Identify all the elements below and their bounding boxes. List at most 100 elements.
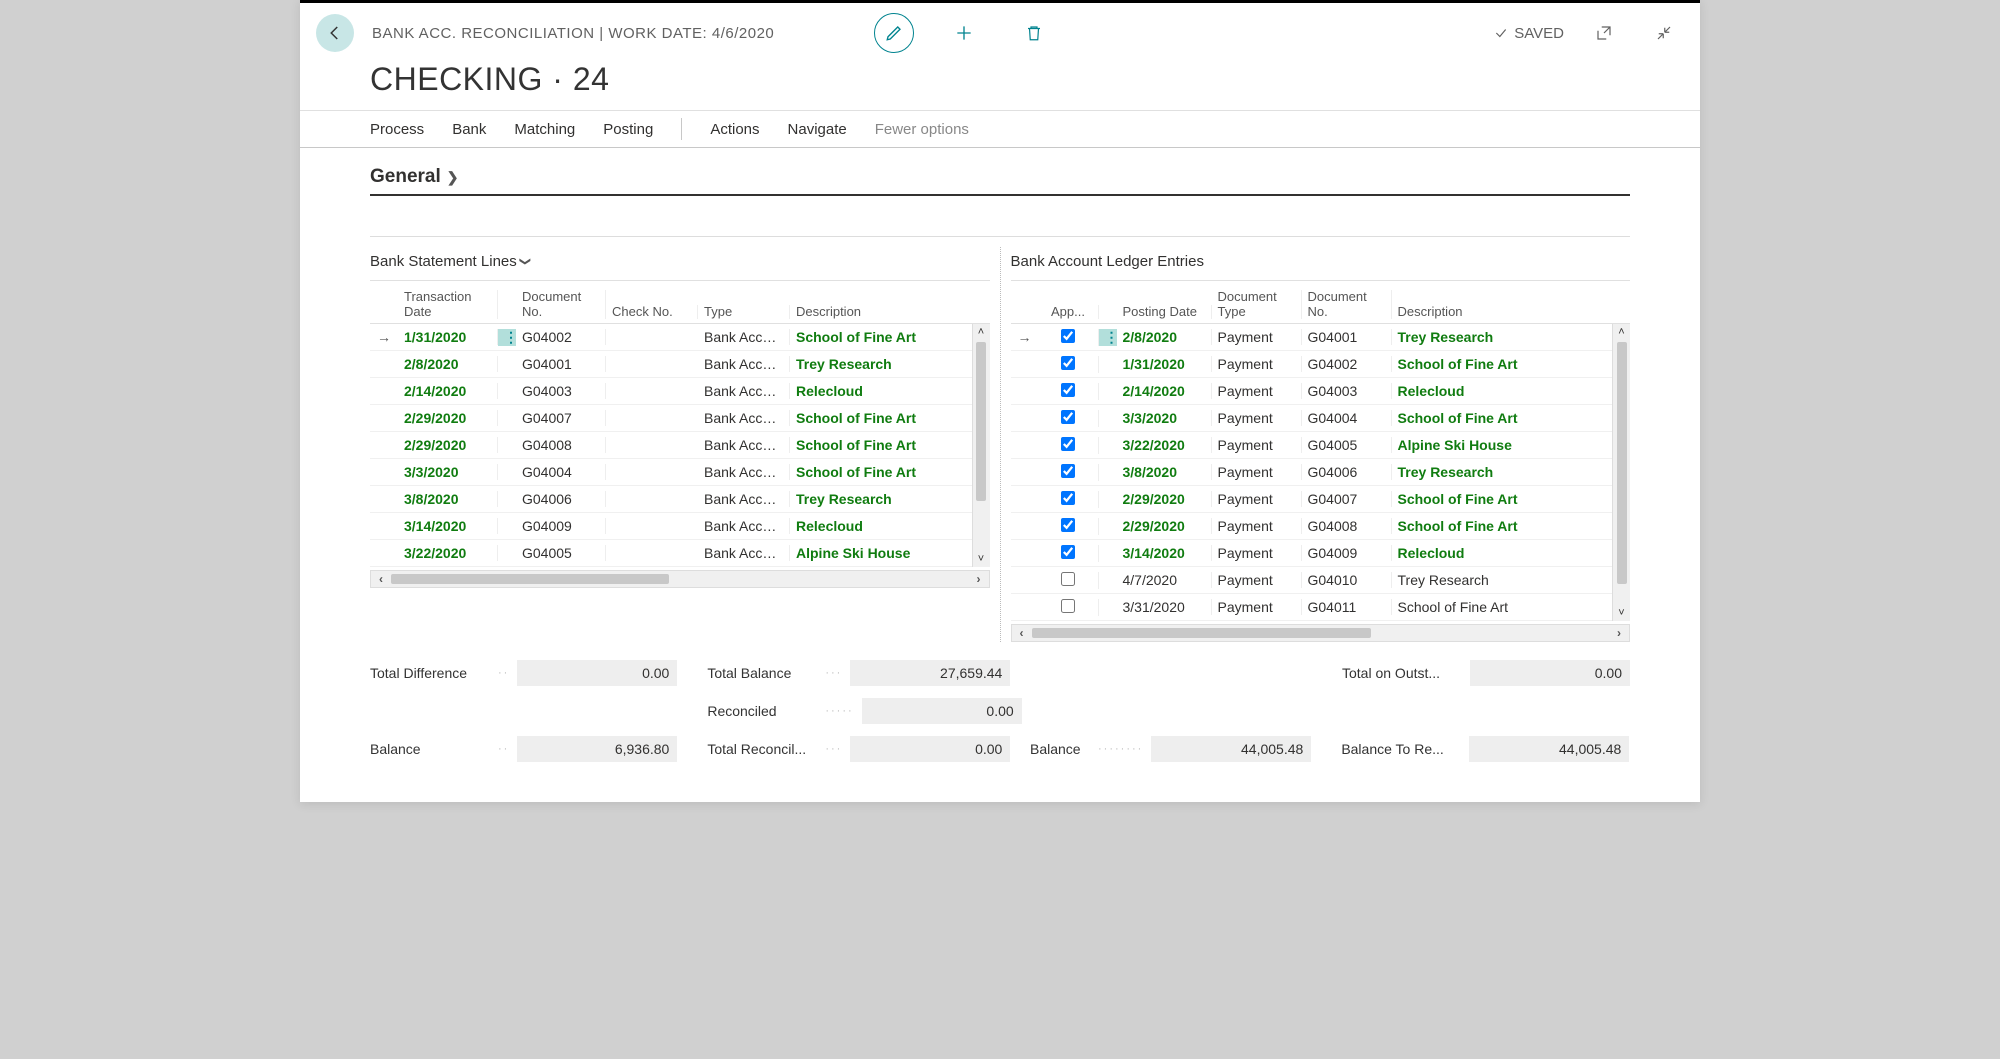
cell-type: Bank Accou... [698,518,790,534]
cell-description: School of Fine Art [790,329,972,345]
hscroll-left[interactable]: ‹ › [370,570,990,588]
cell-trans-date: 3/8/2020 [398,491,498,507]
hdr-doc-no[interactable]: DocumentNo. [516,290,606,319]
table-row[interactable]: 2/29/2020 G04007 Bank Accou... School of… [370,405,990,432]
cell-applied[interactable] [1039,572,1099,589]
hdr-doc-type[interactable]: DocumentType [1212,290,1302,319]
vscroll-r[interactable]: ˄ ˅ [1612,324,1630,621]
cell-doc-type: Payment [1212,329,1302,345]
cell-posting-date: 3/8/2020 [1117,464,1212,480]
hdr-check-no[interactable]: Check No. [606,305,698,319]
cell-trans-date: 3/3/2020 [398,464,498,480]
cell-description: Trey Research [1392,329,1613,345]
cell-applied[interactable] [1039,410,1099,427]
table-row[interactable]: 3/8/2020 G04006 Bank Accou... Trey Resea… [370,486,990,513]
cell-applied[interactable] [1039,491,1099,508]
cell-type: Bank Accou... [698,356,790,372]
scroll-right-icon[interactable]: › [1609,626,1629,640]
hdr-doc-no-r[interactable]: DocumentNo. [1302,290,1392,319]
section-general[interactable]: General ❯ [370,166,1630,196]
popout-button[interactable] [1584,13,1624,53]
table-row[interactable]: 3/3/2020 G04004 Bank Accou... School of … [370,459,990,486]
table-row[interactable]: 2/29/2020 G04008 Bank Accou... School of… [370,432,990,459]
cell-doc-no: G04006 [516,491,606,507]
scroll-down-icon[interactable]: ˅ [978,551,984,567]
cell-doc-no: G04001 [516,356,606,372]
cell-posting-date: 3/22/2020 [1117,437,1212,453]
cell-applied[interactable] [1039,599,1099,616]
table-row[interactable]: 2/29/2020 Payment G04008 School of Fine … [1011,513,1631,540]
cell-applied[interactable] [1039,356,1099,373]
delete-button[interactable] [1014,13,1054,53]
row-menu[interactable]: ⋮ [1099,329,1117,346]
cell-doc-no: G04008 [1302,518,1392,534]
table-row[interactable]: 3/14/2020 G04009 Bank Accou... Relecloud [370,513,990,540]
menu-posting[interactable]: Posting [603,121,653,138]
breadcrumb: BANK ACC. RECONCILIATION | WORK DATE: 4/… [372,25,774,42]
scroll-down-icon[interactable]: ˅ [1618,605,1624,621]
table-row[interactable]: 2/29/2020 Payment G04007 School of Fine … [1011,486,1631,513]
trash-icon [1025,24,1043,42]
table-row[interactable]: 4/7/2020 Payment G04010 Trey Research [1011,567,1631,594]
vscroll[interactable]: ˄ ˅ [972,324,990,567]
scroll-left-icon[interactable]: ‹ [371,572,391,586]
cell-type: Bank Accou... [698,464,790,480]
table-row[interactable]: 3/31/2020 Payment G04011 School of Fine … [1011,594,1631,621]
total-balance-value: 27,659.44 [850,660,1010,686]
scroll-up-icon[interactable]: ˄ [1618,324,1624,340]
hdr-trans-date[interactable]: TransactionDate [398,290,498,319]
cell-posting-date: 1/31/2020 [1117,356,1212,372]
table-row[interactable]: 3/22/2020 G04005 Bank Accou... Alpine Sk… [370,540,990,567]
hdr-applied[interactable]: App... [1039,305,1099,319]
menu-bank[interactable]: Bank [452,121,486,138]
table-row[interactable]: → 1/31/2020 ⋮ G04002 Bank Account School… [370,324,990,351]
cell-applied[interactable] [1039,518,1099,535]
hdr-description[interactable]: Description [790,305,972,319]
cell-trans-date: 3/14/2020 [398,518,498,534]
menu-actions[interactable]: Actions [710,121,759,138]
collapse-button[interactable] [1644,13,1684,53]
row-menu[interactable]: ⋮ [498,329,516,346]
table-row[interactable]: 3/8/2020 Payment G04006 Trey Research [1011,459,1631,486]
hdr-posting-date[interactable]: Posting Date [1117,305,1212,319]
cell-applied[interactable] [1039,437,1099,454]
hscroll-right[interactable]: ‹ › [1011,624,1631,642]
left-panel-title[interactable]: Bank Statement Lines ❯ [370,247,990,280]
cell-doc-type: Payment [1212,410,1302,426]
scroll-left-icon[interactable]: ‹ [1012,626,1032,640]
cell-description: Trey Research [1392,572,1613,588]
table-row[interactable]: 1/31/2020 Payment G04002 School of Fine … [1011,351,1631,378]
cell-doc-type: Payment [1212,437,1302,453]
scroll-right-icon[interactable]: › [969,572,989,586]
chevron-down-icon: ❯ [519,257,532,266]
menu-matching[interactable]: Matching [514,121,575,138]
cell-description: Relecloud [790,383,972,399]
cell-applied[interactable] [1039,383,1099,400]
cell-applied[interactable] [1039,545,1099,562]
edit-button[interactable] [874,13,914,53]
hdr-type[interactable]: Type [698,305,790,319]
menu-fewer-options[interactable]: Fewer options [875,121,969,138]
cell-applied[interactable] [1039,464,1099,481]
cell-doc-no: G04008 [516,437,606,453]
new-button[interactable] [944,13,984,53]
table-row[interactable]: 2/14/2020 G04003 Bank Accou... Relecloud [370,378,990,405]
cell-doc-no: G04003 [516,383,606,399]
scroll-up-icon[interactable]: ˄ [978,324,984,340]
cell-posting-date: 3/3/2020 [1117,410,1212,426]
table-row[interactable]: 3/22/2020 Payment G04005 Alpine Ski Hous… [1011,432,1631,459]
menu-navigate[interactable]: Navigate [788,121,847,138]
cell-doc-no: G04004 [516,464,606,480]
table-row[interactable]: → ⋮ 2/8/2020 Payment G04001 Trey Researc… [1011,324,1631,351]
table-row[interactable]: 3/3/2020 Payment G04004 School of Fine A… [1011,405,1631,432]
hdr-description-r[interactable]: Description [1392,305,1613,319]
cell-type: Bank Accou... [698,545,790,561]
table-row[interactable]: 3/14/2020 Payment G04009 Relecloud [1011,540,1631,567]
table-row[interactable]: 2/8/2020 G04001 Bank Accou... Trey Resea… [370,351,990,378]
table-row[interactable]: 2/14/2020 Payment G04003 Relecloud [1011,378,1631,405]
cell-applied[interactable] [1039,329,1099,346]
page-title: CHECKING · 24 [300,53,1700,110]
total-outst-value: 0.00 [1470,660,1630,686]
menu-process[interactable]: Process [370,121,424,138]
back-button[interactable] [316,14,354,52]
